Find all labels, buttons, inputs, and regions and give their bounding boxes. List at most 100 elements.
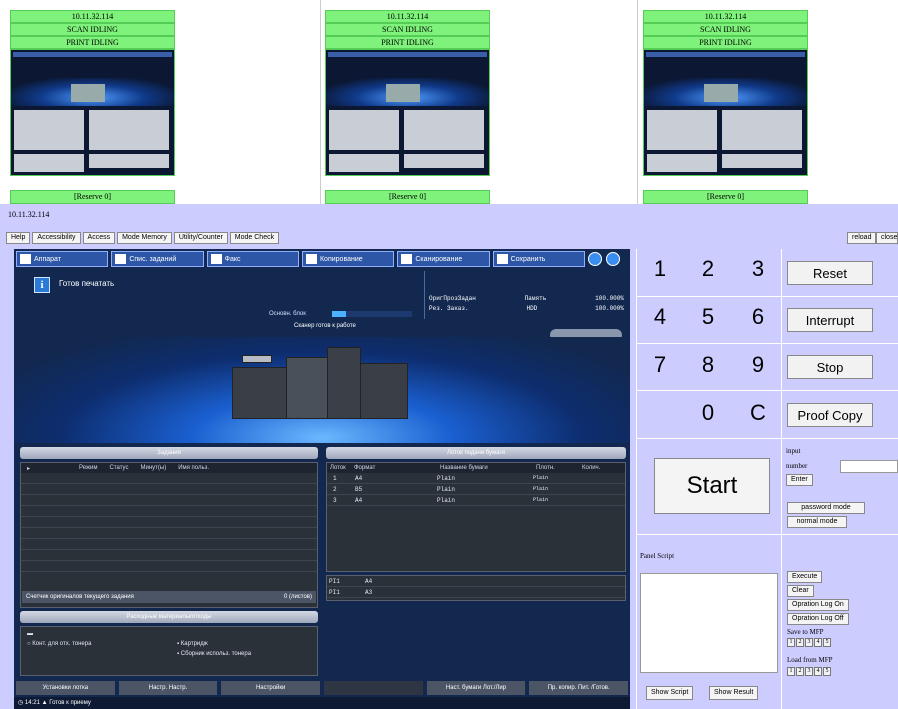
enter-button[interactable]: Enter	[786, 474, 813, 486]
table-row[interactable]	[21, 495, 317, 506]
tab-scan[interactable]: Сканирование	[397, 251, 490, 267]
op-log-off-button[interactable]: Opration Log Off	[787, 613, 849, 625]
table-row[interactable]	[21, 550, 317, 561]
thumb-ip: 10.11.32.114	[325, 10, 490, 23]
menu-access[interactable]: Access	[82, 232, 116, 244]
menu-utility-counter[interactable]: Utility/Counter	[173, 232, 228, 244]
jobs-title: Задания	[20, 447, 318, 459]
fax-icon	[210, 254, 222, 264]
save-slot-button[interactable]: 2	[796, 638, 804, 647]
table-row[interactable]	[21, 517, 317, 528]
consumables-title: Расходные материалы/отходы	[20, 611, 318, 623]
paper-row[interactable]: 2 B5 Plain Plain	[327, 484, 625, 495]
paper-row[interactable]: PI1 A3	[327, 587, 625, 598]
menu-mode-check[interactable]: Mode Check	[229, 232, 280, 244]
key-7[interactable]: 7	[646, 352, 674, 378]
thumb-screen	[10, 49, 175, 176]
paper-settings-button[interactable]: Наст. бумаги Лот./Лир	[426, 681, 526, 695]
paper-row[interactable]: 1 A4 Plain Plain	[327, 473, 625, 484]
key-2[interactable]: 2	[694, 256, 722, 282]
password-mode-button[interactable]: password mode	[787, 502, 865, 514]
ready-message: Готов печатать	[59, 279, 115, 288]
key-1[interactable]: 1	[646, 256, 674, 282]
globe-icon[interactable]	[587, 252, 602, 266]
interrupt-button[interactable]: Interrupt	[787, 308, 873, 332]
key-clear[interactable]: C	[744, 400, 772, 426]
menu-accessibility[interactable]: Accessibility	[32, 232, 81, 244]
normal-mode-button[interactable]: normal mode	[787, 516, 847, 528]
load-slot-button[interactable]: 2	[796, 667, 804, 676]
stop-button[interactable]: Stop	[787, 355, 873, 379]
key-4[interactable]: 4	[646, 304, 674, 330]
tab-copy[interactable]: Копирование	[301, 251, 395, 267]
paper-row[interactable]: PI1 A4	[327, 576, 625, 587]
save-slot-button[interactable]: 1	[787, 638, 795, 647]
panel-script-textarea[interactable]	[640, 573, 778, 673]
key-0[interactable]: 0	[694, 400, 722, 426]
screen-tabs: Аппарат Спис. заданий Факс Копирование С…	[16, 251, 628, 267]
load-slot-button[interactable]: 5	[823, 667, 831, 676]
menu-help[interactable]: Help	[6, 232, 31, 244]
proof-copy-button[interactable]: Proof Copy	[787, 403, 873, 427]
save-slot-button[interactable]: 5	[823, 638, 831, 647]
load-slots: 1 2 3 4 5	[787, 667, 831, 676]
originals-counter: Счетчик оригиналов текущего задания 0 (ли…	[22, 591, 316, 603]
clock-icon: ◷	[18, 700, 24, 706]
load-slot-button[interactable]: 1	[787, 667, 795, 676]
close-button[interactable]: close	[876, 232, 898, 244]
table-row[interactable]	[21, 528, 317, 539]
device-ip-label: 10.11.32.114	[8, 210, 50, 219]
key-6[interactable]: 6	[744, 304, 772, 330]
save-slot-button[interactable]: 3	[805, 638, 813, 647]
table-row[interactable]	[21, 539, 317, 550]
load-from-mfp-label: Load from MFP	[787, 656, 833, 664]
machine-illustration	[14, 337, 630, 443]
key-9[interactable]: 9	[744, 352, 772, 378]
show-script-button[interactable]: Show Script	[646, 686, 694, 700]
key-5[interactable]: 5	[694, 304, 722, 330]
paper-header: Лоток Формат Название бумаги Плотн. Коли…	[327, 463, 625, 473]
device-thumbnail[interactable]: 10.11.32.114 SCAN IDLING PRINT IDLING [R…	[643, 10, 808, 204]
tab-save[interactable]: Сохранить	[492, 251, 585, 267]
thumb-reserve: [Reserve 0]	[643, 190, 808, 204]
key-3[interactable]: 3	[744, 256, 772, 282]
paper-row[interactable]: 3 A4 Plain Plain	[327, 495, 625, 506]
device-thumbnail[interactable]: 10.11.32.114 SCAN IDLING PRINT IDLING [R…	[325, 10, 490, 204]
table-row[interactable]	[21, 561, 317, 572]
reset-button[interactable]: Reset	[787, 261, 873, 285]
help-icon[interactable]	[605, 252, 620, 266]
table-row[interactable]	[21, 484, 317, 495]
menu-mode-memory[interactable]: Mode Memory	[117, 232, 172, 244]
clear-button[interactable]: Clear	[787, 585, 814, 597]
adjust-button[interactable]: Настр. Настр.	[118, 681, 218, 695]
menu-bar: Help Accessibility Access Mode Memory Ut…	[6, 232, 280, 244]
table-row[interactable]	[21, 506, 317, 517]
reload-button[interactable]: reload	[847, 232, 877, 244]
cartridge-item: ▪ Картридж	[177, 641, 208, 647]
key-8[interactable]: 8	[694, 352, 722, 378]
save-icon	[496, 254, 508, 264]
tab-fax[interactable]: Факс	[206, 251, 299, 267]
device-thumbnail[interactable]: 10.11.32.114 SCAN IDLING PRINT IDLING [R…	[10, 10, 175, 204]
table-row[interactable]	[21, 473, 317, 484]
used-toner-item: ▪ Сборник использ. тонера	[177, 651, 252, 657]
copy-icon	[305, 254, 317, 264]
execute-button[interactable]: Execute	[787, 571, 823, 583]
op-log-on-button[interactable]: Opration Log On	[787, 599, 849, 611]
load-slot-button[interactable]: 3	[805, 667, 813, 676]
tab-job-list[interactable]: Спис. заданий	[111, 251, 204, 267]
tray-settings-button[interactable]: Установки лотка	[16, 681, 115, 695]
load-slot-button[interactable]: 4	[814, 667, 822, 676]
proof-copy-screen-button[interactable]: Пр. копир. Пит. /Готов.	[529, 681, 629, 695]
jobs-table: ▸ Режим Статус Минут(ы) Имя польз.	[20, 462, 318, 608]
thumb-reserve: [Reserve 0]	[325, 190, 490, 204]
settings-button[interactable]: Настройки	[221, 681, 321, 695]
status-text: Готов к приему	[49, 700, 91, 706]
start-button[interactable]: Start	[654, 458, 770, 514]
paper-table: Лоток Формат Название бумаги Плотн. Коли…	[326, 462, 626, 572]
screen-footer-buttons: Установки лотка Настр. Настр. Настройки …	[14, 681, 630, 695]
tab-machine[interactable]: Аппарат	[16, 251, 109, 267]
save-slot-button[interactable]: 4	[814, 638, 822, 647]
number-input[interactable]	[840, 460, 898, 473]
show-result-button[interactable]: Show Result	[709, 686, 759, 700]
